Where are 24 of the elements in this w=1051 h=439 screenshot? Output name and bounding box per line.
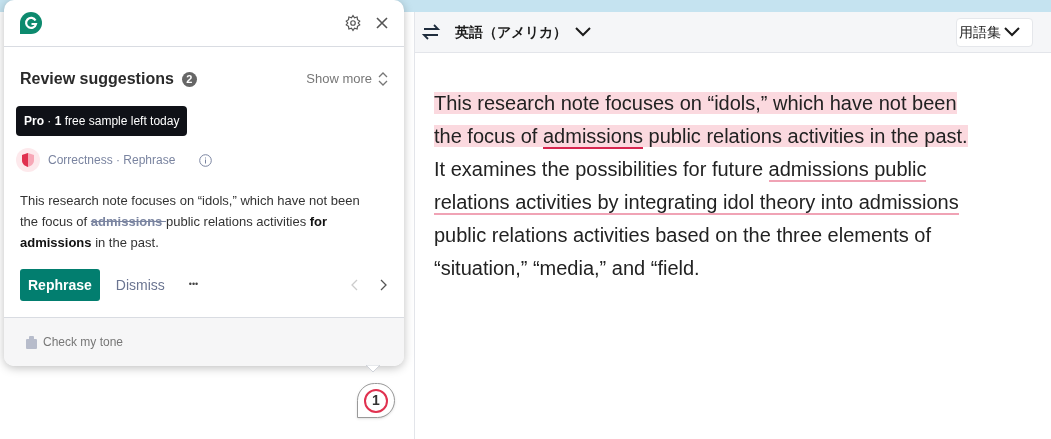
suggestion-text: This research note focuses on “idols,” which have not been the focus of admissions public relations activities for admissions in the past. [19, 192, 361, 252]
more-options-button[interactable]: ••• [188, 278, 199, 292]
language-dropdown[interactable]: 英語（アメリカ） [455, 21, 591, 43]
count-badge: 2 [181, 71, 197, 87]
dismiss-button[interactable]: Dismiss [115, 274, 165, 296]
category-label: Correctness · Rephrase [48, 152, 176, 169]
info-icon[interactable] [199, 153, 213, 167]
document-text: This research note focuses on “idols,” which have not been the focus of admissions public relations activities in the past. It examines the possibilities for future admissions public relations activities by integrating idol theory into admissions public relations activities based on the three elements of “situation,” “media,” and “field. [434, 91, 969, 281]
swap-icon[interactable] [421, 22, 441, 42]
chevron-down-icon [1004, 27, 1020, 37]
show-more-button[interactable]: Show more [306, 69, 388, 89]
check-tone-button[interactable]: Check my tone [26, 333, 124, 351]
shield-icon [22, 153, 34, 167]
logo-icon [20, 12, 42, 34]
panel-title: Review suggestions [20, 69, 174, 89]
next-icon[interactable] [380, 279, 388, 291]
tooltip: Pro · 1 free sample left today [16, 106, 188, 136]
chevron-down-icon [575, 27, 591, 37]
tone-icon [26, 335, 37, 349]
close-icon[interactable] [376, 17, 388, 29]
rephrase-button[interactable]: Rephrase [20, 269, 100, 301]
glossary-dropdown[interactable]: 用語集 [956, 17, 1033, 47]
settings-icon[interactable] [344, 14, 362, 32]
expand-icon [378, 71, 388, 87]
